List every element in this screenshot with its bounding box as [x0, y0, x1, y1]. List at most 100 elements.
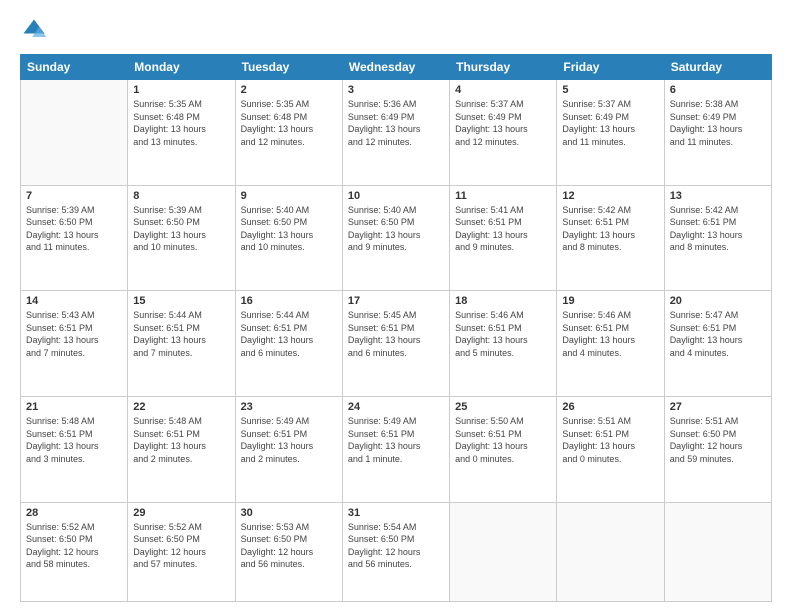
day-header-friday: Friday	[557, 55, 664, 80]
cell-info: Sunrise: 5:42 AM Sunset: 6:51 PM Dayligh…	[670, 204, 766, 254]
cell-date: 22	[133, 401, 229, 413]
logo-icon	[20, 16, 48, 44]
calendar-cell	[450, 502, 557, 601]
cell-date: 1	[133, 84, 229, 96]
cell-date: 5	[562, 84, 658, 96]
week-row-2: 7 Sunrise: 5:39 AM Sunset: 6:50 PM Daylig…	[21, 185, 772, 291]
calendar-header: SundayMondayTuesdayWednesdayThursdayFrid…	[21, 55, 772, 80]
cell-date: 21	[26, 401, 122, 413]
calendar-cell: 22 Sunrise: 5:48 AM Sunset: 6:51 PM Dayli…	[128, 396, 235, 502]
calendar-cell: 17 Sunrise: 5:45 AM Sunset: 6:51 PM Dayli…	[342, 291, 449, 397]
cell-date: 15	[133, 295, 229, 307]
cell-info: Sunrise: 5:35 AM Sunset: 6:48 PM Dayligh…	[241, 98, 337, 148]
cell-date: 28	[26, 507, 122, 519]
cell-date: 19	[562, 295, 658, 307]
cell-date: 23	[241, 401, 337, 413]
cell-date: 9	[241, 190, 337, 202]
cell-date: 17	[348, 295, 444, 307]
calendar-cell: 20Sunrise: 5:47 AM Sunset: 6:51 PM Dayli…	[664, 291, 771, 397]
header-row: SundayMondayTuesdayWednesdayThursdayFrid…	[21, 55, 772, 80]
cell-date: 11	[455, 190, 551, 202]
calendar-table: SundayMondayTuesdayWednesdayThursdayFrid…	[20, 54, 772, 602]
cell-info: Sunrise: 5:43 AM Sunset: 6:51 PM Dayligh…	[26, 309, 122, 359]
cell-info: Sunrise: 5:42 AM Sunset: 6:51 PM Dayligh…	[562, 204, 658, 254]
cell-info: Sunrise: 5:48 AM Sunset: 6:51 PM Dayligh…	[133, 415, 229, 465]
calendar-cell: 25Sunrise: 5:50 AM Sunset: 6:51 PM Dayli…	[450, 396, 557, 502]
cell-info: Sunrise: 5:50 AM Sunset: 6:51 PM Dayligh…	[455, 415, 551, 465]
cell-info: Sunrise: 5:40 AM Sunset: 6:50 PM Dayligh…	[241, 204, 337, 254]
cell-date: 14	[26, 295, 122, 307]
day-header-tuesday: Tuesday	[235, 55, 342, 80]
cell-info: Sunrise: 5:36 AM Sunset: 6:49 PM Dayligh…	[348, 98, 444, 148]
calendar-cell: 7 Sunrise: 5:39 AM Sunset: 6:50 PM Daylig…	[21, 185, 128, 291]
cell-info: Sunrise: 5:37 AM Sunset: 6:49 PM Dayligh…	[562, 98, 658, 148]
cell-info: Sunrise: 5:44 AM Sunset: 6:51 PM Dayligh…	[133, 309, 229, 359]
calendar-cell	[664, 502, 771, 601]
calendar-cell: 9 Sunrise: 5:40 AM Sunset: 6:50 PM Daylig…	[235, 185, 342, 291]
calendar-cell	[21, 80, 128, 186]
cell-info: Sunrise: 5:38 AM Sunset: 6:49 PM Dayligh…	[670, 98, 766, 148]
cell-info: Sunrise: 5:39 AM Sunset: 6:50 PM Dayligh…	[26, 204, 122, 254]
cell-date: 4	[455, 84, 551, 96]
calendar-cell: 5 Sunrise: 5:37 AM Sunset: 6:49 PM Daylig…	[557, 80, 664, 186]
calendar-cell: 19 Sunrise: 5:46 AM Sunset: 6:51 PM Dayli…	[557, 291, 664, 397]
cell-date: 30	[241, 507, 337, 519]
day-header-thursday: Thursday	[450, 55, 557, 80]
cell-date: 3	[348, 84, 444, 96]
cell-info: Sunrise: 5:37 AM Sunset: 6:49 PM Dayligh…	[455, 98, 551, 148]
cell-date: 7	[26, 190, 122, 202]
week-row-3: 14 Sunrise: 5:43 AM Sunset: 6:51 PM Dayli…	[21, 291, 772, 397]
calendar-cell: 11Sunrise: 5:41 AM Sunset: 6:51 PM Dayli…	[450, 185, 557, 291]
cell-info: Sunrise: 5:51 AM Sunset: 6:51 PM Dayligh…	[562, 415, 658, 465]
calendar-cell: 24 Sunrise: 5:49 AM Sunset: 6:51 PM Dayli…	[342, 396, 449, 502]
cell-info: Sunrise: 5:46 AM Sunset: 6:51 PM Dayligh…	[455, 309, 551, 359]
cell-info: Sunrise: 5:46 AM Sunset: 6:51 PM Dayligh…	[562, 309, 658, 359]
cell-info: Sunrise: 5:48 AM Sunset: 6:51 PM Dayligh…	[26, 415, 122, 465]
cell-info: Sunrise: 5:53 AM Sunset: 6:50 PM Dayligh…	[241, 521, 337, 571]
logo	[20, 16, 52, 44]
calendar-cell: 27 Sunrise: 5:51 AM Sunset: 6:50 PM Dayli…	[664, 396, 771, 502]
cell-date: 10	[348, 190, 444, 202]
calendar-cell: 30 Sunrise: 5:53 AM Sunset: 6:50 PM Dayli…	[235, 502, 342, 601]
day-header-saturday: Saturday	[664, 55, 771, 80]
cell-date: 2	[241, 84, 337, 96]
header	[20, 16, 772, 44]
cell-date: 18	[455, 295, 551, 307]
cell-date: 24	[348, 401, 444, 413]
cell-info: Sunrise: 5:51 AM Sunset: 6:50 PM Dayligh…	[670, 415, 766, 465]
cell-info: Sunrise: 5:54 AM Sunset: 6:50 PM Dayligh…	[348, 521, 444, 571]
cell-info: Sunrise: 5:45 AM Sunset: 6:51 PM Dayligh…	[348, 309, 444, 359]
week-row-1: 1 Sunrise: 5:35 AM Sunset: 6:48 PM Daylig…	[21, 80, 772, 186]
cell-info: Sunrise: 5:52 AM Sunset: 6:50 PM Dayligh…	[133, 521, 229, 571]
cell-date: 31	[348, 507, 444, 519]
day-header-sunday: Sunday	[21, 55, 128, 80]
week-row-5: 28 Sunrise: 5:52 AM Sunset: 6:50 PM Dayli…	[21, 502, 772, 601]
week-row-4: 21 Sunrise: 5:48 AM Sunset: 6:51 PM Dayli…	[21, 396, 772, 502]
cell-info: Sunrise: 5:35 AM Sunset: 6:48 PM Dayligh…	[133, 98, 229, 148]
cell-date: 16	[241, 295, 337, 307]
calendar-cell: 3 Sunrise: 5:36 AM Sunset: 6:49 PM Daylig…	[342, 80, 449, 186]
calendar-cell: 26 Sunrise: 5:51 AM Sunset: 6:51 PM Dayli…	[557, 396, 664, 502]
day-header-monday: Monday	[128, 55, 235, 80]
cell-info: Sunrise: 5:39 AM Sunset: 6:50 PM Dayligh…	[133, 204, 229, 254]
calendar-cell: 4 Sunrise: 5:37 AM Sunset: 6:49 PM Daylig…	[450, 80, 557, 186]
page: SundayMondayTuesdayWednesdayThursdayFrid…	[0, 0, 792, 612]
cell-info: Sunrise: 5:49 AM Sunset: 6:51 PM Dayligh…	[241, 415, 337, 465]
calendar-cell: 28Sunrise: 5:52 AM Sunset: 6:50 PM Dayli…	[21, 502, 128, 601]
cell-info: Sunrise: 5:44 AM Sunset: 6:51 PM Dayligh…	[241, 309, 337, 359]
calendar-cell: 16 Sunrise: 5:44 AM Sunset: 6:51 PM Dayli…	[235, 291, 342, 397]
calendar-cell: 15 Sunrise: 5:44 AM Sunset: 6:51 PM Dayli…	[128, 291, 235, 397]
cell-date: 26	[562, 401, 658, 413]
calendar-cell: 10Sunrise: 5:40 AM Sunset: 6:50 PM Dayli…	[342, 185, 449, 291]
cell-date: 20	[670, 295, 766, 307]
calendar-cell: 8Sunrise: 5:39 AM Sunset: 6:50 PM Daylig…	[128, 185, 235, 291]
calendar-cell: 31 Sunrise: 5:54 AM Sunset: 6:50 PM Dayli…	[342, 502, 449, 601]
calendar-cell: 6 Sunrise: 5:38 AM Sunset: 6:49 PM Daylig…	[664, 80, 771, 186]
cell-date: 6	[670, 84, 766, 96]
cell-info: Sunrise: 5:49 AM Sunset: 6:51 PM Dayligh…	[348, 415, 444, 465]
calendar-cell: 12 Sunrise: 5:42 AM Sunset: 6:51 PM Dayli…	[557, 185, 664, 291]
calendar-cell: 21 Sunrise: 5:48 AM Sunset: 6:51 PM Dayli…	[21, 396, 128, 502]
cell-date: 27	[670, 401, 766, 413]
cell-date: 12	[562, 190, 658, 202]
calendar-cell: 1 Sunrise: 5:35 AM Sunset: 6:48 PM Daylig…	[128, 80, 235, 186]
